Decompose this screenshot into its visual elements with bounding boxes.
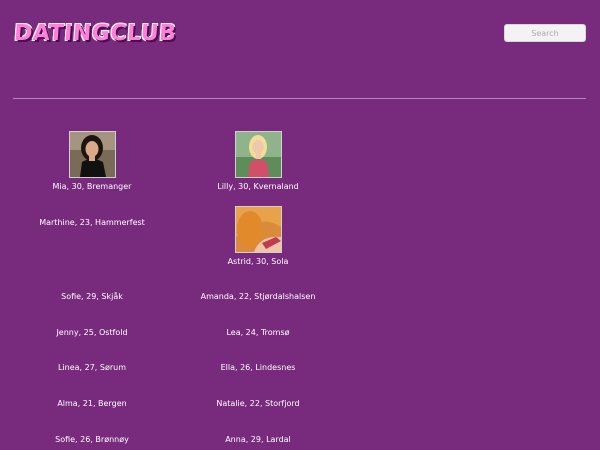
profile-card-lilly[interactable]: Lilly, 30, Kvernaland — [183, 131, 333, 192]
profile-card-marthine[interactable]: Marthine, 23, Hammerfest — [17, 218, 167, 228]
profile-label[interactable]: Linea, 27, Sørum — [17, 363, 167, 373]
profile-photo-lilly[interactable] — [234, 131, 282, 178]
profile-label[interactable]: Marthine, 23, Hammerfest — [17, 218, 167, 228]
profile-card-sofie-2[interactable]: Sofie, 26, Brønnøy — [17, 435, 167, 445]
profile-label[interactable]: Jenny, 25, Ostfold — [17, 328, 167, 338]
profile-card-mia[interactable]: Mia, 30, Bremanger — [17, 131, 167, 192]
profile-card-anna[interactable]: Anna, 29, Lardal — [183, 435, 333, 445]
profile-label[interactable]: Astrid, 30, Sola — [183, 257, 333, 267]
profile-label[interactable]: Amanda, 22, Stjørdalshalsen — [183, 292, 333, 302]
header-divider — [13, 98, 586, 99]
profile-label[interactable]: Anna, 29, Lardal — [183, 435, 333, 445]
profile-card-astrid[interactable]: Astrid, 30, Sola — [183, 206, 333, 267]
profile-label[interactable]: Sofie, 26, Brønnøy — [17, 435, 167, 445]
profile-photo-mia[interactable] — [68, 131, 116, 178]
profile-label[interactable]: Mia, 30, Bremanger — [17, 182, 167, 192]
profile-label[interactable]: Lilly, 30, Kvernaland — [183, 182, 333, 192]
profile-card-jenny[interactable]: Jenny, 25, Ostfold — [17, 328, 167, 338]
profile-card-natalie[interactable]: Natalie, 22, Storfjord — [183, 399, 333, 409]
datingclub-logo[interactable]: DATINGCLUB — [13, 20, 177, 48]
profile-card-ella[interactable]: Ella, 26, Lindesnes — [183, 363, 333, 373]
search-input[interactable] — [504, 24, 586, 42]
profile-label[interactable]: Sofie, 29, Skjåk — [17, 292, 167, 302]
profile-label[interactable]: Alma, 21, Bergen — [17, 399, 167, 409]
profile-label[interactable]: Ella, 26, Lindesnes — [183, 363, 333, 373]
profile-card-linea[interactable]: Linea, 27, Sørum — [17, 363, 167, 373]
profile-label[interactable]: Natalie, 22, Storfjord — [183, 399, 333, 409]
profile-card-alma[interactable]: Alma, 21, Bergen — [17, 399, 167, 409]
profile-card-sofie[interactable]: Sofie, 29, Skjåk — [17, 292, 167, 302]
profile-photo-astrid[interactable] — [234, 206, 282, 253]
profile-card-lea[interactable]: Lea, 24, Tromsø — [183, 328, 333, 338]
profile-card-amanda[interactable]: Amanda, 22, Stjørdalshalsen — [183, 292, 333, 302]
profile-label[interactable]: Lea, 24, Tromsø — [183, 328, 333, 338]
